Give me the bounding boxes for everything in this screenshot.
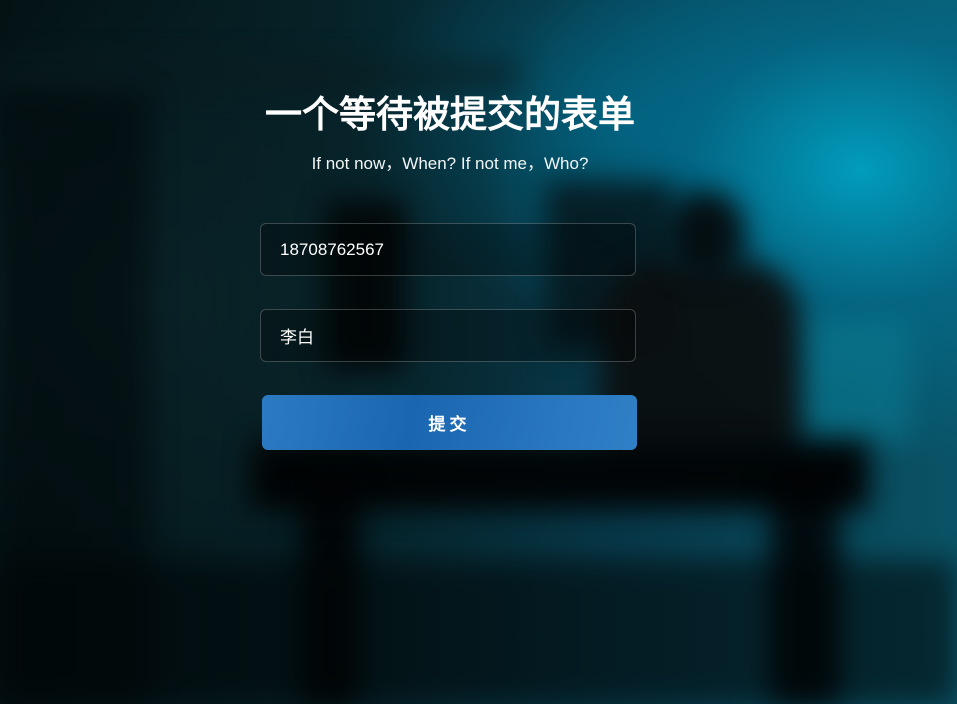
form-title: 一个等待被提交的表单: [265, 94, 635, 135]
submit-button[interactable]: 提交: [262, 395, 637, 450]
form-subtitle: If not now，When? If not me，Who?: [311, 154, 589, 173]
login-form-container: 一个等待被提交的表单 If not now，When? If not me，Wh…: [0, 0, 957, 704]
name-input[interactable]: [260, 309, 636, 362]
phone-input[interactable]: [260, 223, 636, 276]
